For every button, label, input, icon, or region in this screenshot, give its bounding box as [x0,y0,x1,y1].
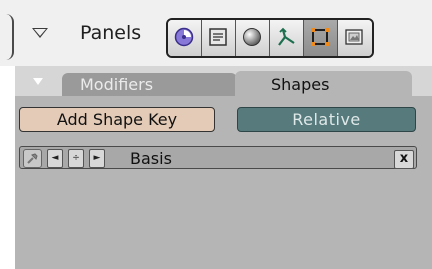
tab-modifiers[interactable]: Modifiers [62,73,237,96]
panels-menu-label[interactable]: Panels [80,22,141,44]
panel-tab-row: Modifiers Shapes [15,66,432,96]
add-shape-key-button[interactable]: Add Shape Key [19,107,215,132]
physics-icon [278,27,295,46]
image-icon [345,29,363,45]
shape-key-name-field[interactable]: Basis [130,149,172,168]
key-order-button[interactable]: ÷ [68,149,84,168]
window-edge [6,14,14,60]
editing-button[interactable] [304,20,338,56]
scene-sphere-icon [174,27,194,47]
delete-key-button[interactable]: x [394,150,414,169]
shading-icon [209,28,227,46]
buttons-window-header: Panels [0,0,432,66]
pin-button[interactable] [23,149,42,168]
next-key-button[interactable]: ► [89,149,105,168]
shading-button[interactable] [202,20,236,56]
tab-modifiers-label: Modifiers [80,75,154,94]
panel-collapse-icon[interactable] [33,78,43,85]
pin-icon [27,153,38,164]
scene-button[interactable] [168,20,202,56]
tab-shapes[interactable]: Shapes [235,71,412,96]
material-ball-icon [243,28,261,46]
editing-icon [311,28,329,46]
tab-shapes-label: Shapes [271,75,330,94]
image-button[interactable] [338,20,372,56]
physics-button[interactable] [270,20,304,56]
shape-key-row: ◄ ÷ ► Basis x [19,146,417,169]
relative-toggle-button[interactable]: Relative [237,107,416,132]
material-button[interactable] [236,20,270,56]
panels-collapse-icon[interactable] [32,28,48,38]
prev-key-button[interactable]: ◄ [47,149,63,168]
context-button-group [166,18,374,58]
